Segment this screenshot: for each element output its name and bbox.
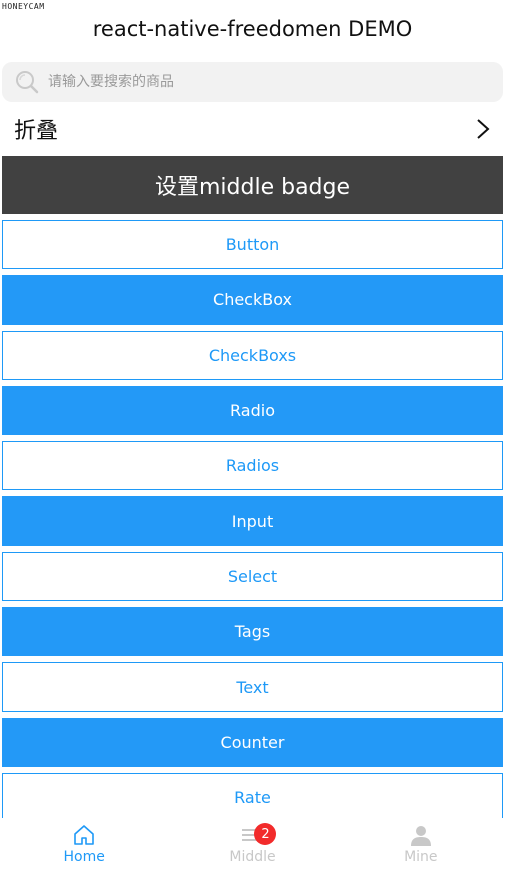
radio-button[interactable]: Radio <box>2 385 503 436</box>
tab-mine[interactable]: Mine <box>337 818 505 872</box>
button-label: Text <box>236 677 269 697</box>
rate-button[interactable]: Rate <box>2 772 503 823</box>
button-label: Select <box>227 566 278 586</box>
button-button[interactable]: Button <box>2 220 503 270</box>
page-title: react-native-freedomen DEMO <box>92 17 413 41</box>
tab-middle-label: Middle <box>229 849 276 865</box>
set-middle-badge-button[interactable]: 设置middle badge <box>2 156 503 214</box>
home-icon <box>74 825 94 845</box>
button-label: CheckBox <box>213 290 292 310</box>
user-icon <box>410 826 431 846</box>
button-label: Tags <box>234 622 271 642</box>
search-icon <box>16 71 39 94</box>
set-middle-badge-label: 设置middle badge <box>154 175 351 200</box>
radios-button[interactable]: Radios <box>2 441 503 491</box>
counter-button[interactable]: Counter <box>2 717 503 767</box>
search-bar[interactable] <box>2 62 503 102</box>
app-header: react-native-freedomen DEMO <box>0 0 505 58</box>
button-label: Rate <box>234 788 271 808</box>
button-label: Counter <box>220 732 285 752</box>
tab-home[interactable]: Home <box>0 818 168 872</box>
component-button-list: Button CheckBox CheckBoxs Radio Radios I… <box>0 220 505 823</box>
button-label: CheckBoxs <box>208 345 297 365</box>
input-button[interactable]: Input <box>2 496 503 546</box>
tags-button[interactable]: Tags <box>2 607 503 657</box>
button-label: Input <box>231 511 274 531</box>
button-label: Radios <box>225 456 280 476</box>
button-label: Radio <box>230 401 275 421</box>
button-label: Button <box>225 235 280 255</box>
checkboxs-button[interactable]: CheckBoxs <box>2 330 503 380</box>
select-button[interactable]: Select <box>2 551 503 602</box>
checkbox-button[interactable]: CheckBox <box>2 275 503 325</box>
watermark: HONEYCAM <box>2 2 45 11</box>
collapse-label: 折叠 <box>14 119 59 144</box>
tab-home-label: Home <box>63 849 105 865</box>
tab-mine-label: Mine <box>404 849 438 865</box>
chevron-right-icon <box>477 119 490 139</box>
tab-middle-badge: 2 <box>254 823 277 845</box>
tab-middle[interactable]: 2 Middle <box>168 818 336 872</box>
bottom-tab-bar: Home 2 Middle Mine <box>0 818 505 872</box>
text-button[interactable]: Text <box>2 662 503 712</box>
search-input[interactable] <box>46 73 450 91</box>
collapse-row[interactable]: 折叠 <box>0 102 505 156</box>
